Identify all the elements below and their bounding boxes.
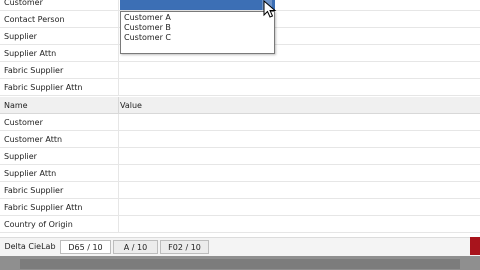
row-label: Supplier	[0, 28, 119, 44]
grid-header: Name Value	[0, 97, 480, 114]
tab-f02-10[interactable]: F02 / 10	[160, 240, 209, 254]
accent-bar	[470, 237, 480, 255]
column-header-value[interactable]: Value	[120, 97, 142, 110]
row-label: Supplier Attn	[0, 45, 119, 61]
row-label: Fabric Supplier	[0, 62, 119, 78]
row-label: Fabric Supplier	[0, 182, 119, 198]
row-fabric-supplier-attn[interactable]: Fabric Supplier Attn	[0, 79, 480, 96]
tab-d65-10[interactable]: D65 / 10	[60, 240, 111, 254]
dropdown-option[interactable]: Customer C	[121, 33, 274, 43]
row-label: Fabric Supplier Attn	[0, 199, 119, 215]
row-country-of-origin[interactable]: Country of Origin	[0, 216, 480, 233]
customer-combobox[interactable]	[120, 0, 275, 10]
row-label: Supplier Attn	[0, 165, 119, 181]
row-label: Supplier	[0, 148, 119, 164]
tab-a-10[interactable]: A / 10	[113, 240, 158, 254]
row-label: Fabric Supplier Attn	[0, 79, 119, 95]
row-fabric-supplier[interactable]: Fabric Supplier	[0, 182, 480, 199]
column-header-name[interactable]: Name	[0, 97, 119, 113]
row-customer-attn[interactable]: Customer Attn	[0, 131, 480, 148]
bottom-panel-button[interactable]	[20, 259, 460, 269]
dropdown-option[interactable]: Customer B	[121, 23, 274, 33]
row-label: Customer	[0, 0, 119, 10]
row-label: Contact Person	[0, 11, 119, 27]
bottom-panel	[0, 256, 480, 270]
tab-delta-cielab[interactable]: Delta CieLab	[2, 240, 58, 254]
row-label: Country of Origin	[0, 216, 119, 232]
customer-dropdown-list: Customer A Customer B Customer C	[120, 11, 275, 54]
row-customer[interactable]: Customer	[0, 114, 480, 131]
row-supplier[interactable]: Supplier	[0, 148, 480, 165]
row-supplier-attn[interactable]: Supplier Attn	[0, 165, 480, 182]
dropdown-option[interactable]: Customer A	[121, 13, 274, 23]
row-fabric-supplier[interactable]: Fabric Supplier	[0, 62, 480, 79]
row-label: Customer Attn	[0, 131, 119, 147]
row-label: Customer	[0, 114, 119, 130]
illuminant-tab-strip: Delta CieLab D65 / 10 A / 10 F02 / 10	[0, 237, 480, 256]
mouse-pointer-icon	[263, 0, 277, 18]
row-fabric-supplier-attn[interactable]: Fabric Supplier Attn	[0, 199, 480, 216]
